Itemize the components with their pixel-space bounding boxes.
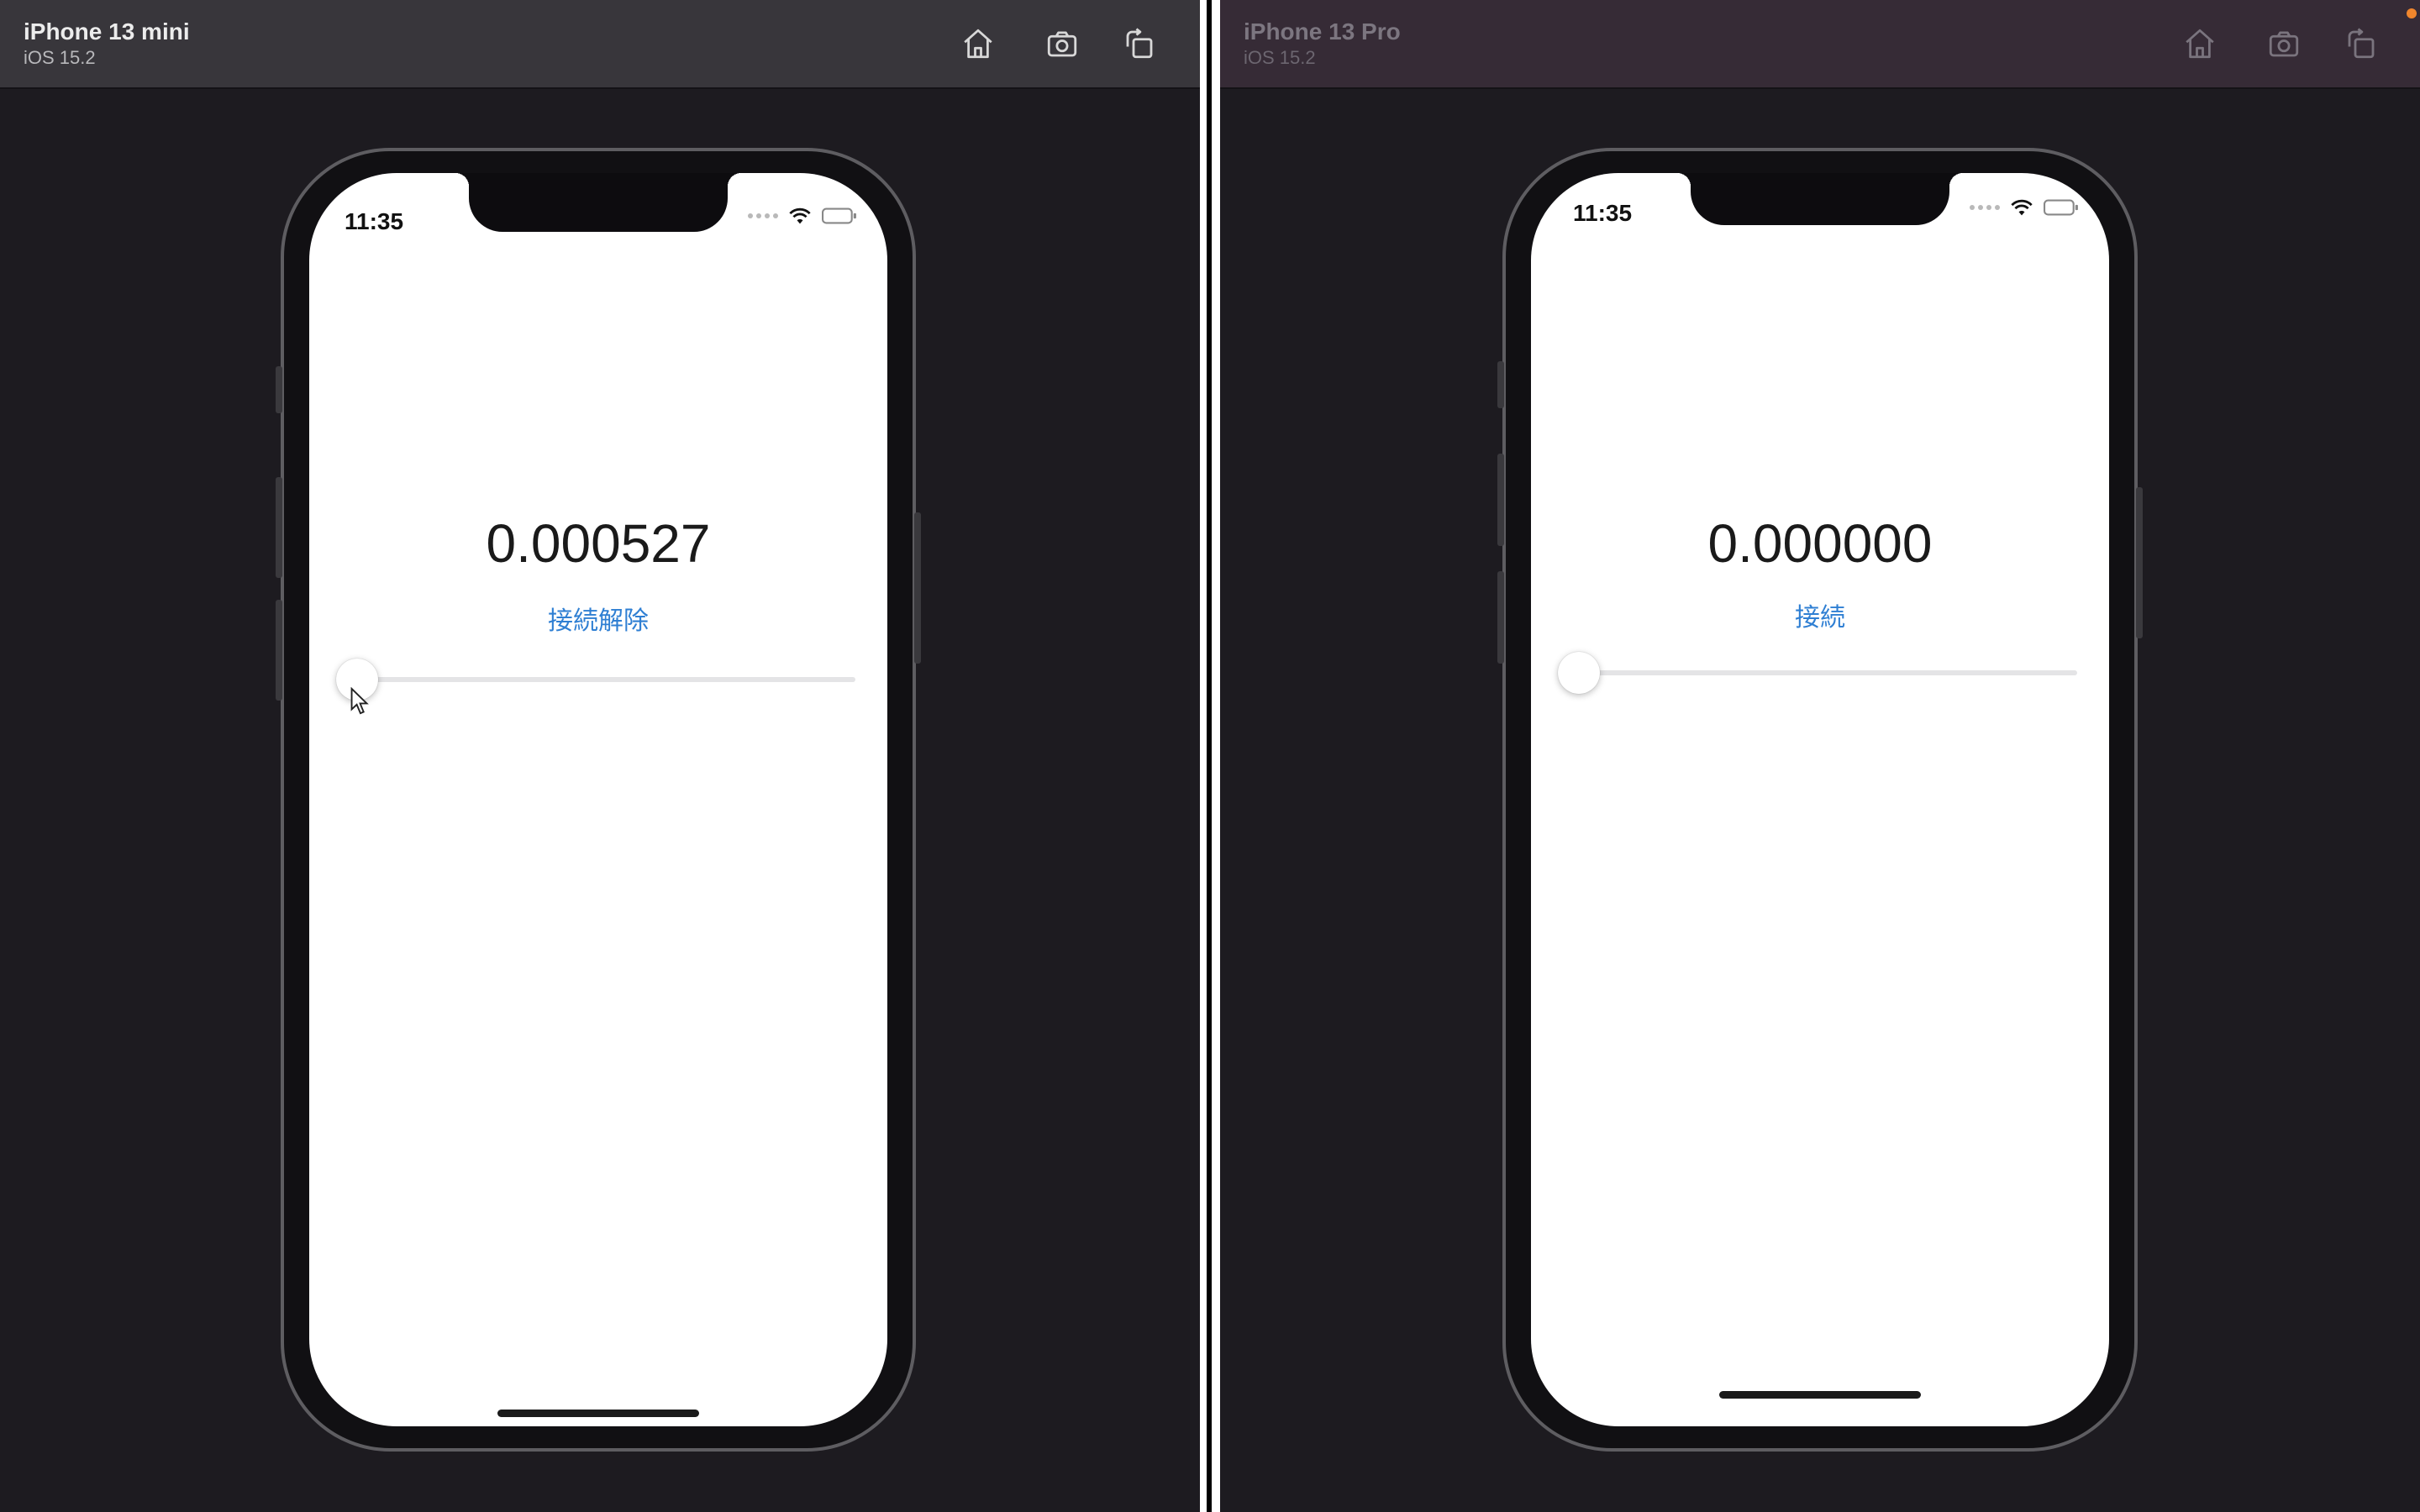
status-bar-time: 11:35 — [345, 208, 404, 234]
screenshot-icon — [1047, 31, 1077, 57]
slider-track — [1558, 670, 2077, 675]
device-name: iPhone 13 Pro — [1244, 18, 1401, 45]
home-indicator — [497, 1410, 699, 1417]
device-name: iPhone 13 mini — [24, 18, 190, 45]
notch — [455, 173, 741, 232]
titlebar[interactable]: iPhone 13 mini iOS 15.2 — [0, 0, 1200, 89]
volume-up-button — [276, 477, 282, 578]
slider-thumb[interactable] — [1558, 652, 1600, 694]
power-button — [914, 512, 921, 664]
rotate-button[interactable] — [1118, 22, 1161, 66]
screenshot-icon — [2269, 31, 2299, 57]
cellular-signal-icon — [1970, 205, 2000, 210]
volume-down-button — [276, 600, 282, 701]
cellular-signal-icon — [748, 213, 778, 218]
value-slider[interactable] — [1558, 652, 2077, 694]
os-version: iOS 15.2 — [24, 47, 96, 68]
wifi-icon — [789, 207, 811, 224]
titlebar[interactable]: iPhone 13 Pro iOS 15.2 — [1220, 0, 2420, 89]
screenshot-button[interactable] — [2262, 22, 2306, 66]
screenshot-button[interactable] — [1040, 22, 1084, 66]
rotate-icon — [2348, 28, 2375, 59]
home-button[interactable] — [956, 22, 1000, 66]
power-button — [2136, 487, 2143, 638]
rotate-icon — [1126, 28, 1153, 59]
simulator-window-iphone-13-pro[interactable]: iPhone 13 Pro iOS 15.2 11:35 0.000000 接続 — [1220, 0, 2420, 1512]
os-version: iOS 15.2 — [1244, 47, 1316, 68]
simulator-window-iphone-13-mini[interactable]: iPhone 13 mini iOS 15.2 11:35 0.000527 接… — [0, 0, 1200, 1512]
value-label: 0.000527 — [486, 513, 711, 574]
mute-switch — [1497, 361, 1504, 408]
home-icon — [2186, 29, 2214, 59]
device-frame: 11:35 0.000000 接続 — [1497, 148, 2143, 1452]
mouse-cursor-icon — [350, 687, 369, 715]
wifi-icon — [2011, 199, 2033, 216]
battery-icon — [822, 207, 856, 224]
home-button[interactable] — [2178, 22, 2222, 66]
slider-track — [336, 677, 855, 682]
status-bar-icons — [748, 207, 857, 225]
device-frame: 11:35 0.000527 接続解除 — [276, 148, 921, 1452]
mute-switch — [276, 366, 282, 413]
status-bar-icons — [1970, 198, 2079, 217]
notch — [1677, 173, 1963, 225]
home-indicator — [1719, 1391, 1921, 1399]
disconnect-button[interactable]: 接続解除 — [309, 600, 887, 637]
value-slider[interactable] — [336, 659, 855, 701]
home-icon — [964, 29, 992, 59]
volume-down-button — [1497, 571, 1504, 664]
window-divider — [1200, 0, 1220, 1512]
value-label: 0.000000 — [1707, 513, 1933, 574]
battery-icon — [2044, 199, 2078, 216]
volume-up-button — [1497, 454, 1504, 546]
device-screen[interactable]: 11:35 0.000527 接続解除 — [309, 173, 887, 1426]
rotate-button[interactable] — [2339, 22, 2383, 66]
connect-button[interactable]: 接続 — [1531, 596, 2109, 633]
notification-dot — [2407, 8, 2417, 18]
device-screen[interactable]: 11:35 0.000000 接続 — [1531, 173, 2109, 1426]
status-bar-time: 11:35 — [1573, 200, 1633, 226]
